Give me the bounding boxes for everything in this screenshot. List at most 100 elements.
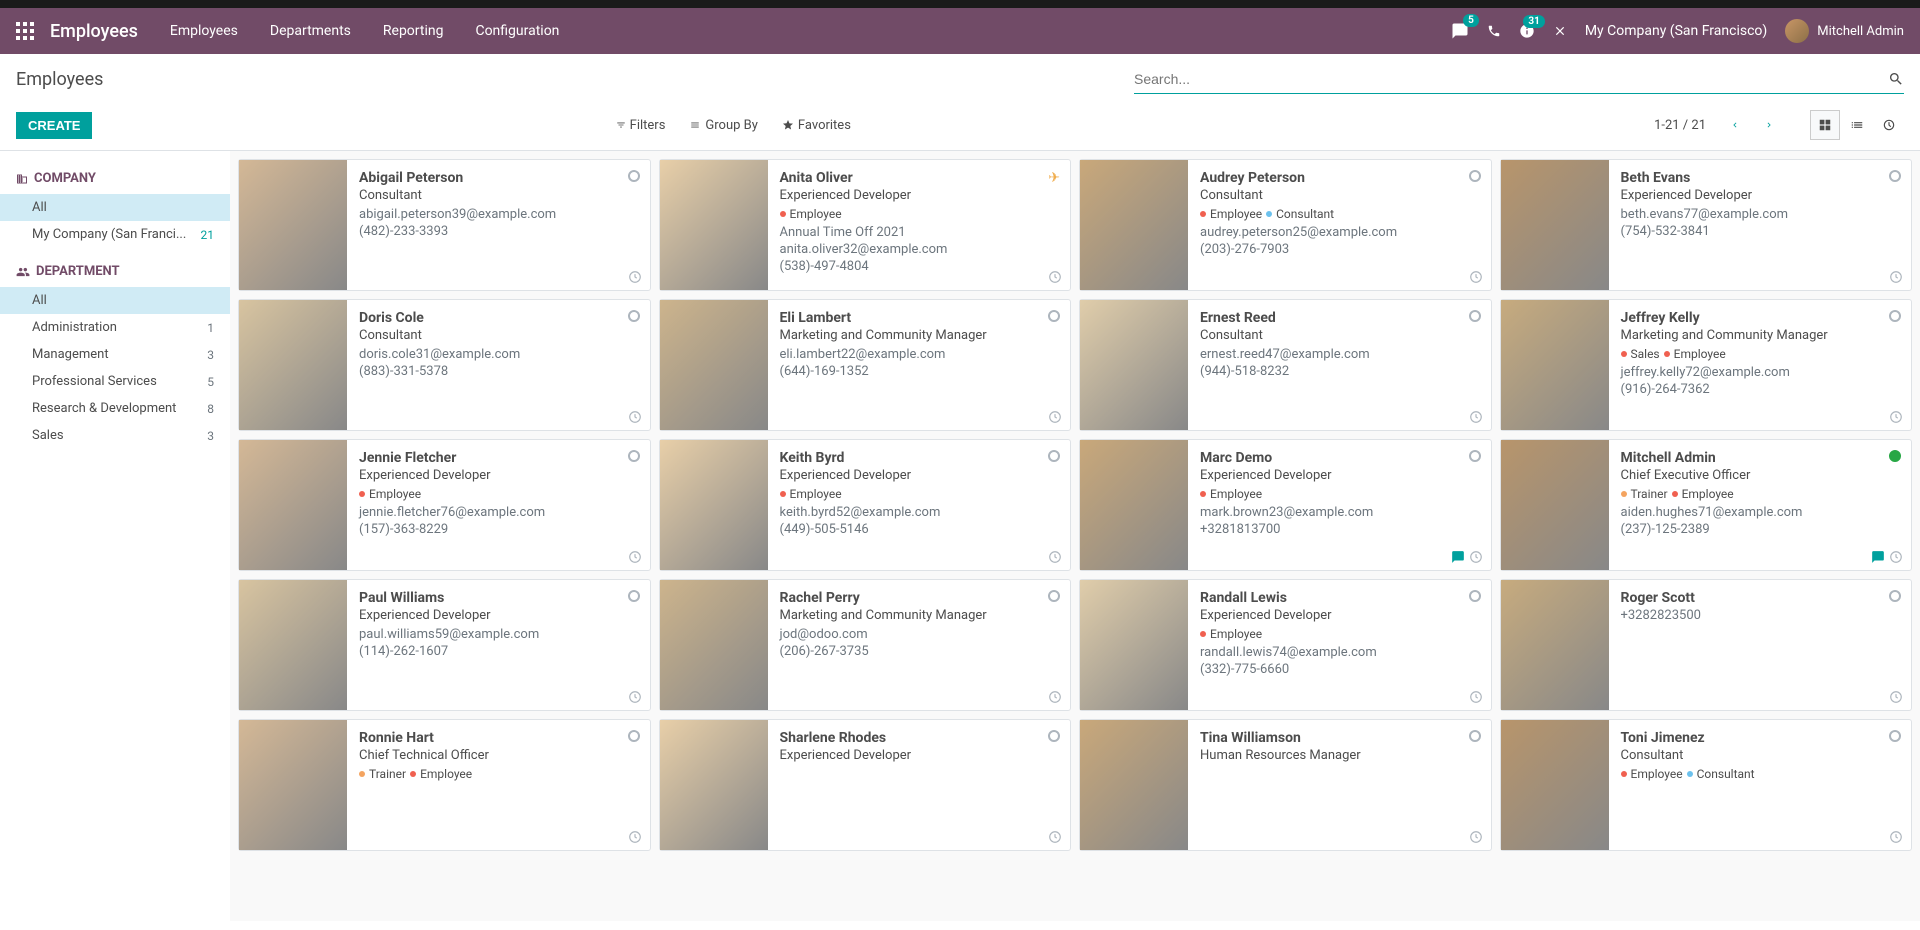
- nav-item-employees[interactable]: Employees: [170, 23, 238, 39]
- employee-email: keith.byrd52@example.com: [780, 505, 1059, 520]
- employee-email: doris.cole31@example.com: [359, 347, 638, 362]
- filters-button[interactable]: Filters: [616, 118, 666, 133]
- clock-icon[interactable]: [628, 690, 642, 704]
- employee-photo: [1501, 440, 1609, 570]
- employee-card[interactable]: ✈Anita OliverExperienced DeveloperEmploy…: [659, 159, 1072, 291]
- phone-icon[interactable]: [1487, 24, 1501, 38]
- employee-card[interactable]: Marc DemoExperienced DeveloperEmployeema…: [1079, 439, 1492, 571]
- messages-icon[interactable]: 5: [1451, 22, 1469, 40]
- employee-phone: (332)-775-6660: [1200, 662, 1479, 677]
- employee-role: Experienced Developer: [1200, 608, 1479, 623]
- clock-icon[interactable]: [1048, 830, 1062, 844]
- clock-icon[interactable]: [1048, 410, 1062, 424]
- employee-card[interactable]: Jeffrey KellyMarketing and Community Man…: [1500, 299, 1913, 431]
- employee-card[interactable]: Doris ColeConsultantdoris.cole31@example…: [238, 299, 651, 431]
- employee-photo: [1080, 720, 1188, 850]
- clock-icon[interactable]: [628, 270, 642, 284]
- presence-offline-icon: [1469, 590, 1481, 602]
- employee-card[interactable]: Abigail PetersonConsultantabigail.peters…: [238, 159, 651, 291]
- sidebar-item-dept[interactable]: Administration1: [0, 314, 230, 341]
- list-view-button[interactable]: [1842, 110, 1872, 140]
- clock-icon[interactable]: [628, 550, 642, 564]
- pager-next-icon[interactable]: [1756, 114, 1782, 136]
- clock-icon[interactable]: [1889, 270, 1903, 284]
- employee-card[interactable]: Jennie FletcherExperienced DeveloperEmpl…: [238, 439, 651, 571]
- employee-card[interactable]: Ronnie HartChief Technical OfficerTraine…: [238, 719, 651, 851]
- create-button[interactable]: CREATE: [16, 112, 92, 139]
- employee-card[interactable]: Paul WilliamsExperienced Developerpaul.w…: [238, 579, 651, 711]
- sidebar-item-dept[interactable]: Research & Development8: [0, 395, 230, 422]
- away-icon: ✈: [1048, 170, 1060, 186]
- employee-role: Experienced Developer: [359, 468, 638, 483]
- employee-role: Marketing and Community Manager: [780, 608, 1059, 623]
- clock-icon[interactable]: [1889, 830, 1903, 844]
- search-box[interactable]: [1134, 65, 1904, 94]
- presence-online-icon: [1889, 450, 1901, 462]
- clock-icon[interactable]: [1469, 690, 1483, 704]
- sidebar-item-company[interactable]: All: [0, 194, 230, 221]
- employee-card[interactable]: Mitchell AdminChief Executive OfficerTra…: [1500, 439, 1913, 571]
- groupby-button[interactable]: Group By: [689, 118, 758, 133]
- sidebar-item-dept[interactable]: Management3: [0, 341, 230, 368]
- tag: Sales: [1621, 347, 1660, 361]
- page-title: Employees: [16, 69, 103, 90]
- employee-email: paul.williams59@example.com: [359, 627, 638, 642]
- clock-icon[interactable]: [1889, 690, 1903, 704]
- apps-launcher-icon[interactable]: [16, 22, 34, 40]
- employee-card[interactable]: Sharlene RhodesExperienced Developer: [659, 719, 1072, 851]
- presence-offline-icon: [628, 310, 640, 322]
- pager-prev-icon[interactable]: [1722, 114, 1748, 136]
- nav-item-reporting[interactable]: Reporting: [383, 23, 444, 39]
- clock-icon[interactable]: [628, 410, 642, 424]
- company-selector[interactable]: My Company (San Francisco): [1585, 23, 1767, 39]
- employee-card[interactable]: Ernest ReedConsultanternest.reed47@examp…: [1079, 299, 1492, 431]
- chat-icon[interactable]: [1451, 550, 1465, 564]
- clock-icon[interactable]: [628, 830, 642, 844]
- nav-item-departments[interactable]: Departments: [270, 23, 351, 39]
- activity-view-button[interactable]: [1874, 110, 1904, 140]
- employee-card[interactable]: Rachel PerryMarketing and Community Mana…: [659, 579, 1072, 711]
- employee-photo: [660, 440, 768, 570]
- employee-email: beth.evans77@example.com: [1621, 207, 1900, 222]
- employee-phone: (203)-276-7903: [1200, 242, 1479, 257]
- sidebar-item-company[interactable]: My Company (San Franci...21: [0, 221, 230, 248]
- employee-card[interactable]: Beth EvansExperienced Developerbeth.evan…: [1500, 159, 1913, 291]
- clock-icon[interactable]: [1889, 550, 1903, 564]
- employee-card[interactable]: Randall LewisExperienced DeveloperEmploy…: [1079, 579, 1492, 711]
- search-icon[interactable]: [1888, 71, 1904, 87]
- employee-card[interactable]: Roger Scott+3282823500: [1500, 579, 1913, 711]
- employee-card[interactable]: Eli LambertMarketing and Community Manag…: [659, 299, 1072, 431]
- app-title[interactable]: Employees: [50, 21, 138, 42]
- clock-icon[interactable]: [1048, 270, 1062, 284]
- kanban-view-button[interactable]: [1810, 110, 1840, 140]
- employee-photo: [660, 580, 768, 710]
- tag: Employee: [780, 487, 842, 501]
- employee-extra: Annual Time Off 2021: [780, 225, 1059, 240]
- employee-photo: [660, 160, 768, 290]
- employee-name: Mitchell Admin: [1621, 450, 1900, 466]
- employee-card[interactable]: Toni JimenezConsultantEmployeeConsultant: [1500, 719, 1913, 851]
- user-menu[interactable]: Mitchell Admin: [1785, 19, 1904, 43]
- search-input[interactable]: [1134, 71, 1888, 87]
- employee-card[interactable]: Keith ByrdExperienced DeveloperEmployeek…: [659, 439, 1072, 571]
- employee-card[interactable]: Audrey PetersonConsultantEmployeeConsult…: [1079, 159, 1492, 291]
- clock-icon[interactable]: [1469, 410, 1483, 424]
- clock-icon[interactable]: [1048, 690, 1062, 704]
- activities-icon[interactable]: 31: [1519, 23, 1535, 39]
- tools-icon[interactable]: [1553, 24, 1567, 38]
- clock-icon[interactable]: [1469, 830, 1483, 844]
- favorites-button[interactable]: Favorites: [782, 118, 851, 133]
- pager-text[interactable]: 1-21 / 21: [1654, 118, 1706, 133]
- clock-icon[interactable]: [1469, 270, 1483, 284]
- clock-icon[interactable]: [1469, 550, 1483, 564]
- main-header: Employees Employees Departments Reporting C…: [0, 8, 1920, 54]
- chat-icon[interactable]: [1871, 550, 1885, 564]
- clock-icon[interactable]: [1048, 550, 1062, 564]
- sidebar-item-dept[interactable]: All: [0, 287, 230, 314]
- sidebar-item-dept[interactable]: Sales3: [0, 422, 230, 449]
- nav-item-configuration[interactable]: Configuration: [475, 23, 559, 39]
- employee-card[interactable]: Tina WilliamsonHuman Resources Manager: [1079, 719, 1492, 851]
- sidebar-item-dept[interactable]: Professional Services5: [0, 368, 230, 395]
- clock-icon[interactable]: [1889, 410, 1903, 424]
- employee-photo: [1501, 300, 1609, 430]
